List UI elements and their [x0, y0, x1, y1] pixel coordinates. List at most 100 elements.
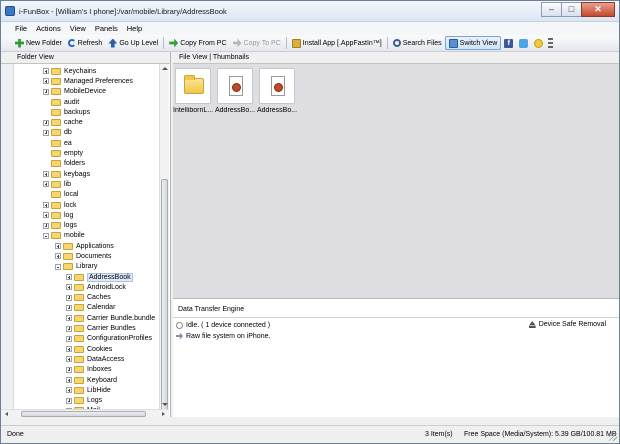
minimize-button[interactable]: –	[541, 2, 561, 17]
menu-file[interactable]: File	[15, 24, 27, 33]
expand-icon[interactable]	[43, 78, 49, 85]
go-up-level-button[interactable]: Go Up Level	[105, 36, 161, 50]
menu-actions[interactable]: Actions	[36, 24, 61, 33]
expand-icon[interactable]	[55, 243, 61, 250]
scroll-down-icon[interactable]	[162, 403, 168, 406]
tree-item-logs[interactable]: Logs	[14, 396, 159, 406]
tree-item-empty[interactable]: empty	[14, 148, 159, 158]
tree-item-log[interactable]: log	[14, 210, 159, 220]
expand-icon[interactable]	[43, 88, 49, 95]
tree-item-libhide[interactable]: LibHide	[14, 385, 159, 395]
tree-item-documents[interactable]: Documents	[14, 251, 159, 261]
tree-item-applications[interactable]: Applications	[14, 241, 159, 251]
tree-vertical-scrollbar[interactable]	[159, 64, 169, 414]
expand-icon[interactable]	[66, 335, 72, 342]
expand-icon[interactable]	[43, 222, 49, 229]
menu-help[interactable]: Help	[127, 24, 142, 33]
menu-panels[interactable]: Panels	[95, 24, 118, 33]
smiley-button[interactable]	[531, 36, 546, 50]
expand-icon[interactable]	[66, 274, 72, 281]
scroll-thumb[interactable]	[21, 411, 146, 417]
expand-icon[interactable]	[43, 212, 49, 219]
tree-item-keyboard[interactable]: Keyboard	[14, 375, 159, 385]
tree-item-carrier-bundles[interactable]: Carrier Bundles	[14, 323, 159, 333]
file-thumbnail	[217, 68, 253, 104]
tree-item-ea[interactable]: ea	[14, 138, 159, 148]
expand-icon[interactable]	[66, 366, 72, 373]
tree-item-mobile[interactable]: mobile	[14, 231, 159, 241]
scroll-left-icon[interactable]	[5, 412, 8, 416]
tree-item-carrier-bundle-bundle[interactable]: Carrier Bundle.bundle	[14, 313, 159, 323]
tree-item-logs[interactable]: logs	[14, 220, 159, 230]
expand-icon[interactable]	[66, 387, 72, 394]
smiley-icon	[534, 38, 544, 48]
tree-item-keybags[interactable]: keybags	[14, 169, 159, 179]
folder-icon	[51, 98, 61, 106]
tree-horizontal-scrollbar[interactable]	[1, 409, 169, 417]
document-icon	[229, 76, 243, 96]
tree-item-managed-preferences[interactable]: Managed Preferences	[14, 76, 159, 86]
folder-tree[interactable]: Keychains Managed Preferences MobileDevice…	[1, 63, 171, 417]
facebook-button[interactable]: f	[501, 36, 516, 50]
file-item[interactable]: AddressBo...	[257, 68, 297, 118]
tree-item-cache[interactable]: cache	[14, 117, 159, 127]
scroll-up-icon[interactable]	[162, 67, 168, 70]
tree-item-keychains[interactable]: Keychains	[14, 66, 159, 76]
tree-item-addressbook[interactable]: AddressBook	[14, 272, 159, 282]
tree-item-backups[interactable]: backups	[14, 107, 159, 117]
expand-icon[interactable]	[66, 304, 72, 311]
toolbar-overflow-icon[interactable]	[548, 38, 554, 48]
tree-item-cookies[interactable]: Cookies	[14, 344, 159, 354]
tree-item-audit[interactable]: audit	[14, 97, 159, 107]
copy-from-pc-button[interactable]: Copy From PC	[166, 36, 229, 50]
expand-icon[interactable]	[66, 325, 72, 332]
tree-item-db[interactable]: db	[14, 128, 159, 138]
expand-icon[interactable]	[66, 294, 72, 301]
install-app-button[interactable]: Install App [.AppFastIn™]	[289, 36, 385, 50]
tree-item-androidlock[interactable]: AndroidLock	[14, 282, 159, 292]
tree-item-library[interactable]: Library	[14, 262, 159, 272]
expand-icon[interactable]	[43, 129, 49, 136]
copy-to-pc-button[interactable]: Copy To PC	[230, 36, 284, 50]
tree-item-inboxes[interactable]: Inboxes	[14, 365, 159, 375]
file-view-area[interactable]: IntellibornL... AddressBo... AddressBo..…	[173, 63, 619, 298]
refresh-button[interactable]: Refresh	[65, 36, 106, 50]
maximize-button[interactable]: □	[561, 2, 581, 17]
collapse-icon[interactable]	[43, 232, 49, 239]
twitter-button[interactable]	[516, 36, 531, 50]
close-button[interactable]: ✕	[581, 2, 615, 17]
scroll-thumb[interactable]	[161, 179, 168, 414]
tree-item-configurationprofiles[interactable]: ConfigurationProfiles	[14, 334, 159, 344]
expand-icon[interactable]	[43, 181, 49, 188]
tree-item-caches[interactable]: Caches	[14, 293, 159, 303]
tree-item-folders[interactable]: folders	[14, 159, 159, 169]
collapse-icon[interactable]	[55, 263, 61, 270]
expand-icon[interactable]	[66, 356, 72, 363]
menu-view[interactable]: View	[70, 24, 86, 33]
switch-view-button[interactable]: Switch View	[444, 36, 502, 50]
resize-grip-icon[interactable]	[609, 433, 617, 441]
tree-item-local[interactable]: local	[14, 190, 159, 200]
expand-icon[interactable]	[43, 119, 49, 126]
expand-icon[interactable]	[66, 315, 72, 322]
tree-item-calendar[interactable]: Calendar	[14, 303, 159, 313]
expand-icon[interactable]	[43, 202, 49, 208]
scroll-right-icon[interactable]	[162, 412, 165, 416]
expand-icon[interactable]	[66, 377, 72, 384]
expand-icon[interactable]	[66, 284, 72, 291]
file-item-folder[interactable]: IntellibornL...	[173, 68, 213, 118]
tree-item-dataaccess[interactable]: DataAccess	[14, 354, 159, 364]
tree-item-mobiledevice[interactable]: MobileDevice	[14, 87, 159, 97]
tree-item-lock[interactable]: lock	[14, 200, 159, 210]
expand-icon[interactable]	[66, 397, 72, 404]
expand-icon[interactable]	[43, 171, 49, 178]
folder-icon	[74, 335, 84, 343]
expand-icon[interactable]	[55, 253, 61, 260]
search-files-button[interactable]: Search Files	[390, 36, 445, 50]
tree-item-lib[interactable]: lib	[14, 179, 159, 189]
device-safe-removal-button[interactable]: Device Safe Removal	[528, 321, 606, 328]
file-item[interactable]: AddressBo...	[215, 68, 255, 118]
expand-icon[interactable]	[43, 68, 49, 75]
expand-icon[interactable]	[66, 346, 72, 353]
new-folder-button[interactable]: New Folder	[12, 36, 65, 50]
